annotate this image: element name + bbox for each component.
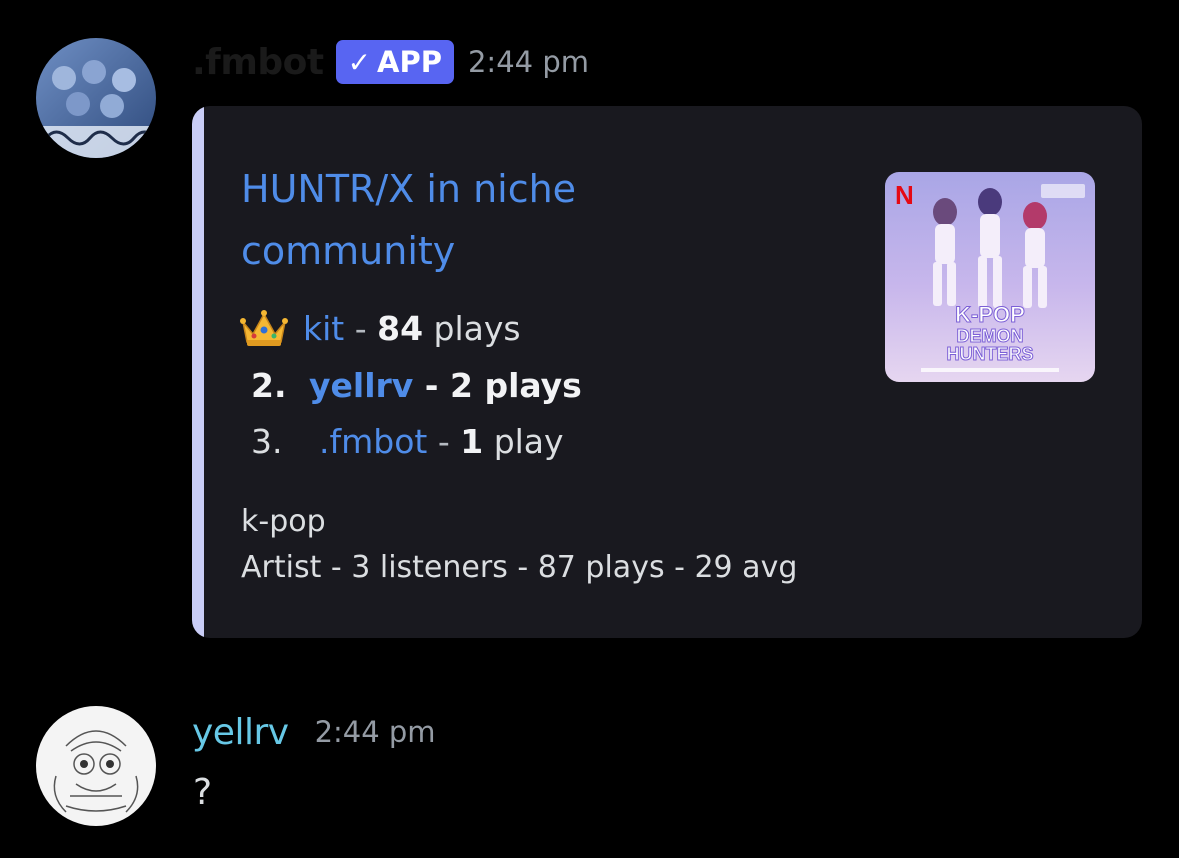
embed-genre: k-pop: [241, 504, 326, 539]
embed-card: HUNTR/X in niche community N K-POP DEMON…: [192, 106, 1142, 638]
rank-2-number: 2.: [251, 366, 287, 405]
rank-3-user[interactable]: .fmbot: [319, 422, 427, 461]
embed-stats: Artist - 3 listeners - 87 plays - 29 avg: [241, 550, 798, 585]
verified-check-icon: ✓: [347, 45, 372, 79]
app-badge-label: APP: [377, 45, 442, 79]
rank-row-2: 2. yellrv - 2 plays: [239, 366, 582, 405]
rank-row-1: kit - 84 plays: [239, 308, 521, 348]
fmbot-header: .fmbot ✓ APP 2:44 pm: [192, 38, 589, 86]
rank-2-unit: plays: [472, 366, 582, 405]
crown-icon: [240, 310, 288, 346]
rank-1-user[interactable]: kit: [303, 309, 344, 348]
embed-title[interactable]: HUNTR/X in niche community: [241, 158, 681, 282]
yellrv-header: yellrv 2:44 pm: [192, 708, 436, 756]
svg-text:N: N: [895, 180, 914, 210]
kpop-demon-hunters-album-art[interactable]: N K-POP DEMON HUNTERS: [885, 172, 1095, 382]
svg-text:DEMON: DEMON: [957, 326, 1024, 346]
rank-2-count: 2: [450, 366, 473, 405]
rank-1-unit: plays: [423, 308, 521, 348]
yellrv-avatar[interactable]: [36, 706, 156, 826]
rank-row-3: 3. .fmbot - 1 play: [239, 422, 564, 461]
app-badge: ✓ APP: [335, 40, 454, 84]
rank-3-unit: play: [483, 422, 564, 461]
fmbot-avatar[interactable]: [36, 38, 156, 158]
rank-1-sep: -: [344, 308, 378, 348]
embed-accent-bar: [192, 106, 204, 638]
fmbot-timestamp[interactable]: 2:44 pm: [468, 45, 589, 79]
yellrv-message-text: ?: [193, 772, 213, 813]
svg-text:K-POP: K-POP: [955, 302, 1025, 327]
rank-1-count: 84: [377, 308, 424, 348]
rank-3-sep: -: [427, 422, 461, 461]
rank-3-number: 3.: [251, 422, 283, 461]
yellrv-timestamp[interactable]: 2:44 pm: [315, 715, 436, 749]
yellrv-username[interactable]: yellrv: [192, 712, 289, 753]
rank-2-sep: -: [413, 366, 450, 405]
svg-text:HUNTERS: HUNTERS: [946, 344, 1033, 364]
rank-2-user[interactable]: yellrv: [309, 366, 413, 405]
fmbot-username[interactable]: .fmbot: [192, 42, 324, 83]
rank-3-count: 1: [460, 422, 484, 461]
